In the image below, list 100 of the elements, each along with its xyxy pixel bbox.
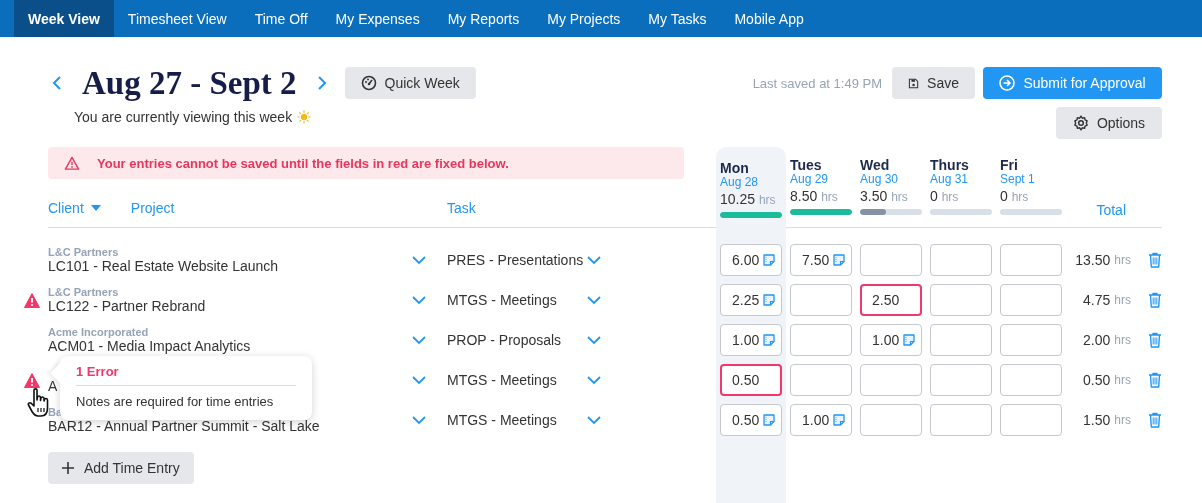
trash-icon[interactable] [1148, 412, 1162, 428]
hours-unit: hrs [941, 190, 959, 204]
day-hours: 0 [1000, 188, 1008, 204]
hours-field[interactable]: 2.50 [860, 284, 922, 316]
project-name: ACM01 - Media Impact Analytics [48, 338, 252, 355]
row-total: 4.75 [1083, 292, 1111, 308]
warning-icon[interactable] [24, 372, 40, 388]
hours-field[interactable]: 1.00 [720, 324, 782, 356]
hours-unit: hrs [758, 193, 776, 207]
hours-field[interactable]: 1.00 [860, 324, 922, 356]
hours-field[interactable] [930, 324, 992, 356]
hours-unit: hrs [891, 190, 908, 204]
day-date: Aug 31 [930, 173, 970, 186]
hours-field[interactable] [930, 404, 992, 436]
trash-icon[interactable] [1148, 332, 1162, 348]
nav-tab[interactable]: Timesheet View [113, 0, 241, 37]
tooltip-title: 1 Error [76, 364, 296, 386]
client-name: L&C Partners [48, 286, 120, 298]
last-saved-text: Last saved at 1:49 PM [752, 75, 882, 91]
nav-tab[interactable]: My Projects [533, 0, 635, 37]
hours-field[interactable] [1000, 404, 1062, 436]
save-button[interactable]: Save [892, 67, 975, 99]
note-icon[interactable] [763, 254, 776, 266]
day-date: Sept 1 [1000, 173, 1036, 186]
trash-icon[interactable] [1148, 372, 1162, 388]
gauge-icon [360, 75, 377, 91]
row-total: 2.00 [1083, 332, 1111, 348]
trash-icon[interactable] [1148, 252, 1162, 268]
hours-unit: hrs [1114, 373, 1131, 387]
options-button[interactable]: Options [1056, 107, 1162, 139]
client-name: L&C Partners [48, 246, 120, 258]
chevron-down-icon[interactable] [412, 376, 426, 384]
warning-icon[interactable] [24, 292, 40, 308]
task-name: PRES - Presentations [447, 252, 584, 268]
quick-week-button[interactable]: Quick Week [344, 67, 476, 99]
note-icon[interactable] [833, 414, 846, 426]
chevron-down-icon[interactable] [587, 416, 601, 424]
day-name: Mon [720, 160, 750, 176]
nav-tab[interactable]: My Tasks [634, 0, 721, 37]
hours-field[interactable]: 0.50 [720, 364, 782, 396]
day-date: Aug 28 [720, 176, 760, 189]
day-name: Wed [860, 157, 891, 173]
nav-tab[interactable]: My Reports [433, 0, 534, 37]
project-name: LC101 - Real Estate Website Launch [48, 258, 280, 275]
hours-unit: hrs [1114, 333, 1131, 347]
hours-field[interactable] [790, 364, 852, 396]
total-column-header: Total [1096, 202, 1126, 218]
chevron-down-icon[interactable] [587, 256, 601, 264]
hours-field[interactable] [860, 244, 922, 276]
previous-week-icon[interactable] [52, 75, 62, 91]
hours-field[interactable] [1000, 284, 1062, 316]
hours-unit: hrs [1114, 293, 1131, 307]
day-date: Aug 30 [860, 173, 900, 186]
row-total: 0.50 [1083, 372, 1111, 388]
day-date: Aug 29 [790, 173, 830, 186]
hours-unit: hrs [1011, 190, 1029, 204]
note-icon[interactable] [763, 334, 776, 346]
note-icon[interactable] [833, 254, 846, 266]
hours-unit: hrs [1114, 253, 1131, 267]
hours-field[interactable]: 6.00 [720, 244, 782, 276]
day-name: Thurs [930, 157, 970, 173]
day-hours: 8.50 [790, 188, 818, 204]
project-name: LC122 - Partner Rebrand [48, 298, 207, 315]
hours-field[interactable] [930, 284, 992, 316]
chevron-down-icon[interactable] [412, 296, 426, 304]
trash-icon[interactable] [1148, 292, 1162, 308]
caret-icon[interactable] [90, 205, 101, 211]
note-icon[interactable] [903, 334, 916, 346]
hours-field[interactable] [860, 404, 922, 436]
chevron-down-icon[interactable] [412, 256, 426, 264]
hours-field[interactable]: 0.50 [720, 404, 782, 436]
hours-field[interactable] [1000, 244, 1062, 276]
hours-field[interactable]: 1.00 [790, 404, 852, 436]
hours-field[interactable] [790, 324, 852, 356]
hours-field[interactable] [930, 244, 992, 276]
hours-field[interactable] [1000, 324, 1062, 356]
chevron-down-icon[interactable] [587, 376, 601, 384]
task-name: PROP - Proposals [447, 332, 562, 348]
nav-tab[interactable]: Mobile App [720, 0, 818, 37]
hours-field[interactable]: 7.50 [790, 244, 852, 276]
arrow-circle-icon [999, 75, 1016, 91]
nav-tab[interactable]: Time Off [240, 0, 322, 37]
hours-field[interactable] [790, 284, 852, 316]
hours-field[interactable] [860, 364, 922, 396]
week-subtitle: You are currently viewing this week [74, 109, 293, 125]
next-week-icon[interactable] [316, 75, 327, 91]
note-icon[interactable] [763, 414, 776, 426]
chevron-down-icon[interactable] [587, 296, 601, 304]
day-hours: 10.25 [720, 191, 756, 207]
nav-tab[interactable]: My Expenses [321, 0, 434, 37]
hours-field[interactable] [930, 364, 992, 396]
chevron-down-icon[interactable] [412, 336, 426, 344]
nav-tab[interactable]: Week View [14, 0, 114, 37]
project-name: A [48, 378, 59, 395]
chevron-down-icon[interactable] [412, 416, 426, 424]
add-time-entry-button[interactable]: Add Time Entry [48, 452, 194, 484]
note-icon[interactable] [763, 294, 776, 306]
hours-field[interactable] [1000, 364, 1062, 396]
chevron-down-icon[interactable] [587, 336, 601, 344]
hours-field[interactable]: 2.25 [720, 284, 782, 316]
